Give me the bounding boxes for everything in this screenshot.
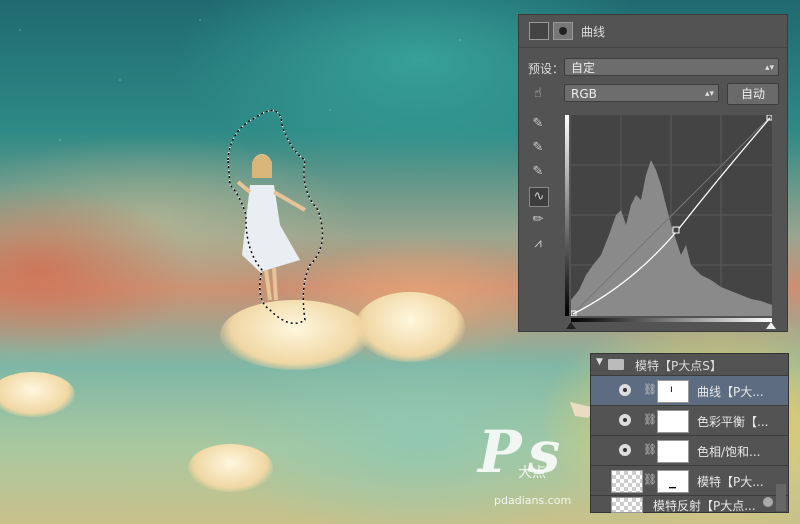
curve-graph-svg xyxy=(570,114,773,317)
visibility-eye-icon[interactable] xyxy=(619,384,631,396)
watermark-url: pdadians.com xyxy=(494,494,572,507)
layer-mask-thumbnail[interactable]: ı xyxy=(657,380,689,403)
panel-header: 曲线 xyxy=(519,15,787,48)
layer-row-color-balance[interactable]: ⛓ 色彩平衡【... xyxy=(591,406,788,436)
output-gradient-bar xyxy=(565,115,569,316)
smooth-curve-icon[interactable]: ⩘ xyxy=(529,235,547,253)
preset-value: 自定 xyxy=(571,61,596,75)
layers-scrollbar[interactable] xyxy=(776,484,786,511)
layer-row-curves[interactable]: ⛓ ı 曲线【P大... xyxy=(591,376,788,406)
layer-thumbnail[interactable] xyxy=(611,497,643,513)
group-expand-icon[interactable]: ▼ xyxy=(596,357,603,367)
white-slider-handle[interactable] xyxy=(766,322,776,329)
layer-name: 色彩平衡【... xyxy=(697,415,769,429)
dropdown-arrows-icon: ▴▾ xyxy=(764,63,774,73)
pencil-icon[interactable]: ✏ xyxy=(529,211,547,229)
input-gradient-bar xyxy=(571,318,772,322)
black-point-eyedropper-icon[interactable]: ✎ xyxy=(529,115,547,133)
link-chain-icon[interactable]: ⛓ xyxy=(643,473,657,487)
smart-object-icon xyxy=(763,497,773,507)
black-slider-handle[interactable] xyxy=(566,322,576,329)
white-point-eyedropper-icon[interactable]: ✎ xyxy=(529,163,547,181)
channel-dropdown[interactable]: RGB ▴▾ xyxy=(564,84,719,102)
link-chain-icon[interactable]: ⛓ xyxy=(643,383,657,397)
curve-edit-icon[interactable]: ∿ xyxy=(529,187,549,207)
watermark-brand: 大点 xyxy=(518,465,546,481)
layer-name: 色相/饱和... xyxy=(697,445,761,459)
visibility-eye-icon[interactable] xyxy=(619,444,631,456)
layer-thumbnail[interactable] xyxy=(611,470,643,493)
panel-title: 曲线 xyxy=(581,25,606,39)
layers-panel: ▼ 模特【P大点S】 ⛓ ı 曲线【P大... ⛓ 色彩平衡【... ⛓ 色相/… xyxy=(590,353,789,513)
visibility-eye-icon[interactable] xyxy=(619,414,631,426)
channel-value: RGB xyxy=(571,87,597,101)
dropdown-arrows-icon: ▴▾ xyxy=(704,89,714,99)
hand-adjust-icon[interactable]: ☝ xyxy=(529,85,547,103)
curves-properties-panel: 曲线 预设： 自定 ▴▾ ☝ RGB ▴▾ 自动 ✎ ✎ ✎ ∿ ✏ ⩘ xyxy=(518,14,788,332)
layer-row-model[interactable]: ⛓ ▁ 模特【P大... xyxy=(591,466,788,496)
gray-point-eyedropper-icon[interactable]: ✎ xyxy=(529,139,547,157)
curve-graph[interactable] xyxy=(570,114,773,317)
group-name: 模特【P大点S】 xyxy=(635,359,722,373)
curves-adjustment-icon[interactable] xyxy=(529,22,549,40)
preset-dropdown[interactable]: 自定 ▴▾ xyxy=(564,58,779,76)
layer-row-hue-saturation[interactable]: ⛓ 色相/饱和... xyxy=(591,436,788,466)
layer-mask-thumbnail[interactable] xyxy=(657,410,689,433)
layer-mask-thumbnail[interactable] xyxy=(657,440,689,463)
layer-group-row[interactable]: ▼ 模特【P大点S】 xyxy=(591,354,788,376)
layer-name: 模特【P大... xyxy=(697,475,764,489)
layer-row-model-reflection[interactable]: 模特反射【P大点... xyxy=(591,496,788,513)
mask-icon[interactable] xyxy=(553,22,573,40)
watermark: Ps 大点 pdadians.com xyxy=(478,418,571,507)
auto-button[interactable]: 自动 xyxy=(727,83,779,105)
folder-icon xyxy=(608,359,624,370)
link-chain-icon[interactable]: ⛓ xyxy=(643,413,657,427)
preset-label: 预设： xyxy=(528,62,565,76)
layer-name: 曲线【P大... xyxy=(697,385,764,399)
layer-mask-thumbnail[interactable]: ▁ xyxy=(657,470,689,493)
layer-name: 模特反射【P大点... xyxy=(653,499,756,513)
link-chain-icon[interactable]: ⛓ xyxy=(643,443,657,457)
